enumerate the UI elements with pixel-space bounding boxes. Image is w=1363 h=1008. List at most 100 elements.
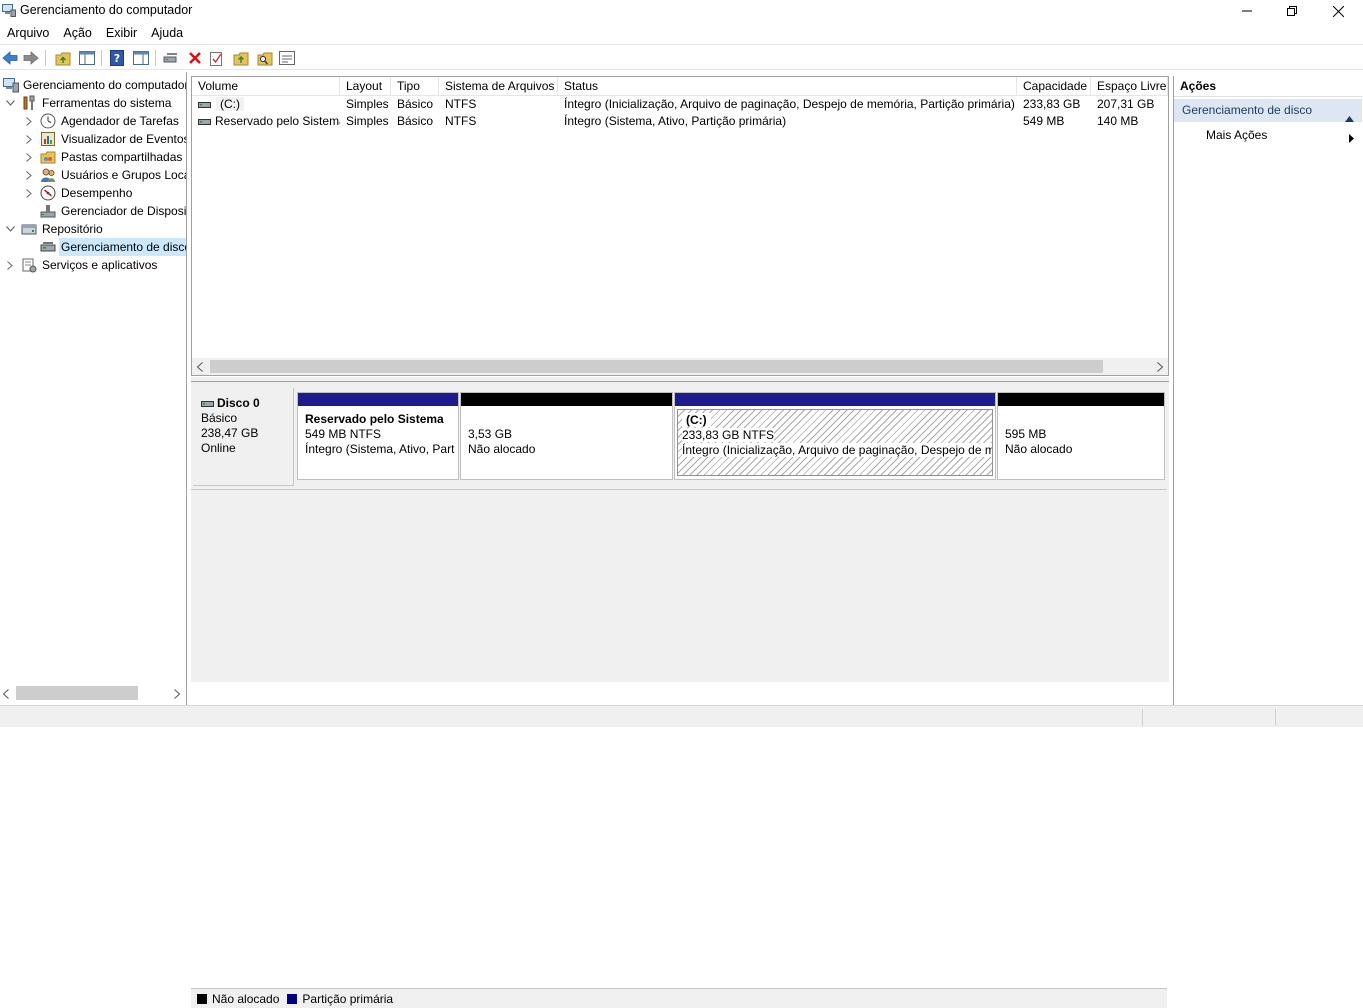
console-button[interactable]	[278, 49, 296, 67]
partition-size: 3,53 GB	[468, 427, 513, 441]
cell-tipo: Básico	[397, 97, 434, 111]
column-espaco-livre[interactable]: Espaço Livre	[1091, 77, 1168, 96]
search-button[interactable]	[256, 49, 274, 67]
scroll-left-icon[interactable]	[196, 361, 203, 375]
computer-management-window: Gerenciamento do computador Arquivo Ação…	[0, 0, 1363, 1008]
minimize-button[interactable]	[1224, 0, 1270, 22]
help-icon: ?	[110, 50, 124, 66]
show-hide-tree-button[interactable]	[78, 49, 96, 67]
table-row[interactable]: Reservado pelo Sistema Simples Básico NT…	[192, 113, 1168, 130]
scrollbar-thumb[interactable]	[16, 686, 138, 700]
tree-root-label: Gerenciamento do computador	[23, 78, 187, 92]
column-volume[interactable]: Volume	[192, 77, 340, 96]
scroll-right-icon[interactable]	[174, 688, 181, 702]
show-hide-tree-icon	[79, 51, 95, 65]
import-icon	[233, 52, 249, 65]
chevron-down-icon[interactable]	[4, 94, 16, 112]
computer-management-icon	[3, 77, 19, 93]
cell-sistema-arquivos: NTFS	[445, 114, 477, 128]
minimize-icon	[1242, 10, 1252, 12]
chevron-right-icon[interactable]	[23, 166, 35, 184]
chevron-right-icon[interactable]	[23, 112, 35, 130]
column-sistema-arquivos[interactable]: Sistema de Arquivos	[439, 77, 558, 96]
clock-icon	[40, 113, 56, 129]
partition-unallocated-1[interactable]: 3,53 GB Não alocado	[460, 392, 673, 480]
tree-item-label: Serviços e aplicativos	[42, 258, 158, 272]
checklist-icon	[210, 51, 222, 66]
partition-unallocated-2[interactable]: 595 MB Não alocado	[997, 392, 1165, 480]
tree-item-label: Visualizador de Eventos	[61, 132, 187, 146]
action-mais-acoes[interactable]: Mais Ações	[1206, 126, 1354, 144]
back-arrow-icon	[2, 51, 18, 65]
checklist-button[interactable]	[208, 49, 226, 67]
services-icon	[21, 257, 37, 273]
chevron-right-icon[interactable]	[23, 148, 35, 166]
delete-button[interactable]	[186, 49, 204, 67]
column-tipo[interactable]: Tipo	[391, 77, 439, 96]
table-row[interactable]: (C:) Simples Básico NTFS Íntegro (Inicia…	[192, 96, 1168, 113]
scroll-left-icon[interactable]	[2, 688, 9, 702]
tools-icon	[21, 95, 37, 111]
legend: Não alocado Partição primária	[191, 988, 1167, 1008]
graphical-disk-view: Disco 0 Básico 238,47 GB Online Reservad…	[191, 382, 1169, 1008]
chevron-right-icon[interactable]	[23, 130, 35, 148]
primary-partition-bar	[675, 393, 995, 406]
restore-button[interactable]	[1269, 0, 1315, 22]
column-capacidade[interactable]: Capacidade	[1017, 77, 1091, 96]
help-button[interactable]: ?	[108, 49, 126, 67]
partition-status: Íntegro (Inicialização, Arquivo de pagin…	[682, 443, 993, 457]
scroll-right-icon[interactable]	[1157, 361, 1164, 375]
forward-arrow-icon	[23, 51, 39, 65]
properties-pane-button[interactable]	[132, 49, 150, 67]
partition-title: (C:)	[682, 413, 711, 427]
computer-management-icon	[2, 4, 16, 17]
menu-ajuda[interactable]: Ajuda	[144, 22, 190, 44]
cell-status: Íntegro (Sistema, Ativo, Partição primár…	[564, 114, 787, 128]
console-icon	[279, 51, 295, 65]
scrollbar-thumb[interactable]	[210, 360, 1103, 373]
users-icon	[40, 167, 56, 183]
column-layout[interactable]: Layout	[340, 77, 391, 96]
import-button[interactable]	[232, 49, 250, 67]
menu-bar: Arquivo Ação Exibir Ajuda	[0, 22, 1363, 44]
chevron-down-icon[interactable]	[4, 220, 16, 238]
up-folder-button[interactable]	[54, 49, 72, 67]
menu-acao[interactable]: Ação	[56, 22, 99, 44]
menu-exibir[interactable]: Exibir	[99, 22, 144, 44]
window-title: Gerenciamento do computador	[20, 3, 193, 17]
tree-horizontal-scrollbar[interactable]	[0, 684, 186, 702]
cell-sistema-arquivos: NTFS	[445, 97, 477, 111]
disk-name: Disco 0	[217, 396, 260, 410]
disk-icon	[40, 239, 56, 255]
back-button[interactable]	[1, 49, 19, 67]
disk-0-label[interactable]: Disco 0 Básico 238,47 GB Online	[193, 388, 294, 486]
chevron-right-icon[interactable]	[4, 256, 16, 274]
cell-capacidade: 233,83 GB	[1023, 97, 1081, 111]
disk-type: Básico	[201, 411, 238, 425]
tree-item-label: Gerenciamento de disco	[59, 238, 186, 256]
partition-reservado[interactable]: Reservado pelo Sistema 549 MB NTFS Ínteg…	[297, 392, 459, 480]
cell-volume: Reservado pelo Sistema	[192, 113, 340, 130]
volume-icon	[198, 113, 211, 130]
actions-section-disk-management[interactable]: Gerenciamento de disco	[1174, 99, 1362, 122]
chevron-right-icon[interactable]	[23, 184, 35, 202]
partition-c-drive[interactable]: (C:) 233,83 GB NTFS Íntegro (Inicializaç…	[674, 392, 996, 480]
disk-size: 238,47 GB	[201, 426, 259, 440]
tree-item-label: Agendador de Tarefas	[61, 114, 179, 128]
toolbar-separator	[101, 50, 102, 66]
close-icon	[1332, 5, 1344, 17]
disk-management-pane: Volume Layout Tipo Sistema de Arquivos S…	[191, 76, 1169, 1008]
volume-list-horizontal-scrollbar[interactable]	[192, 358, 1168, 375]
forward-button[interactable]	[22, 49, 40, 67]
connect-button[interactable]	[162, 49, 180, 67]
action-label: Mais Ações	[1206, 128, 1268, 142]
column-status[interactable]: Status	[558, 77, 1017, 96]
menu-arquivo[interactable]: Arquivo	[0, 22, 56, 44]
partition-status: Não alocado	[468, 442, 536, 456]
title-bar: Gerenciamento do computador	[0, 0, 1363, 22]
cell-espaco-livre: 140 MB	[1097, 114, 1139, 128]
legend-item-unallocated: Não alocado	[197, 992, 279, 1006]
cell-layout: Simples	[346, 114, 389, 128]
close-button[interactable]	[1315, 0, 1361, 22]
status-divider	[1142, 709, 1143, 726]
